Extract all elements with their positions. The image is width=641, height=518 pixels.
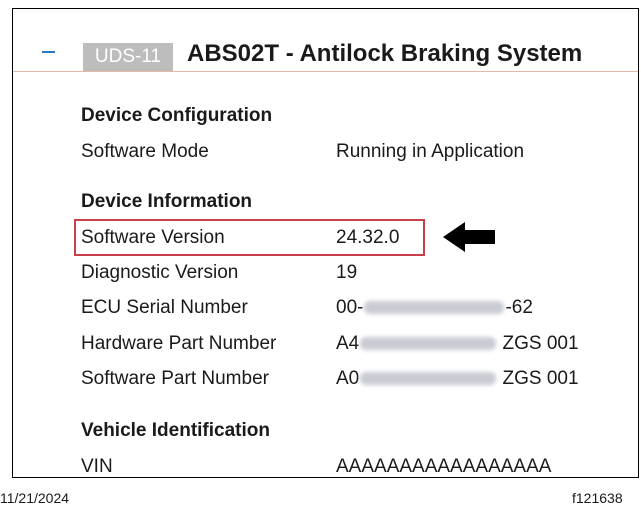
hardware-part-label: Hardware Part Number xyxy=(81,333,277,354)
redacted-text xyxy=(360,372,497,386)
software-mode-value: Running in Application xyxy=(336,141,525,162)
hardware-part-suffix: ZGS 001 xyxy=(502,333,579,354)
diagnostic-version-value: 19 xyxy=(336,262,358,283)
software-part-prefix: A0 xyxy=(336,368,360,389)
uds-badge: UDS-11 xyxy=(83,43,173,71)
ecu-serial-label: ECU Serial Number xyxy=(81,297,248,318)
left-arrow-icon xyxy=(443,222,495,252)
diagnostic-version-label: Diagnostic Version xyxy=(81,262,239,283)
hardware-part-prefix: A4 xyxy=(336,333,360,354)
software-part-suffix: ZGS 001 xyxy=(502,368,579,389)
section-heading-device-configuration: Device Configuration xyxy=(81,105,273,126)
redacted-text xyxy=(364,301,505,315)
redacted-text xyxy=(360,337,497,351)
section-heading-vehicle-identification: Vehicle Identification xyxy=(81,420,270,441)
ecu-serial-suffix: -62 xyxy=(505,297,533,318)
hardware-part-value: A4 ZGS 001 xyxy=(336,333,579,355)
ecu-serial-prefix: 00- xyxy=(336,297,364,318)
header-divider xyxy=(13,71,638,72)
software-part-value: A0 ZGS 001 xyxy=(336,368,579,390)
vin-label: VIN xyxy=(81,456,113,477)
software-mode-label: Software Mode xyxy=(81,141,209,162)
footer-date: 11/21/2024 xyxy=(0,490,70,506)
diagnostic-panel: UDS-11 ABS02T - Antilock Braking System … xyxy=(12,8,639,478)
vin-value: AAAAAAAAAAAAAAAAA xyxy=(336,456,552,477)
section-heading-device-information: Device Information xyxy=(81,191,253,212)
module-title: ABS02T - Antilock Braking System xyxy=(187,40,583,67)
software-version-highlight xyxy=(74,219,425,256)
ecu-serial-value: 00- -62 xyxy=(336,297,533,319)
software-part-label: Software Part Number xyxy=(81,368,269,389)
figure-code: f121638 xyxy=(572,490,623,506)
minus-icon[interactable] xyxy=(42,51,55,53)
